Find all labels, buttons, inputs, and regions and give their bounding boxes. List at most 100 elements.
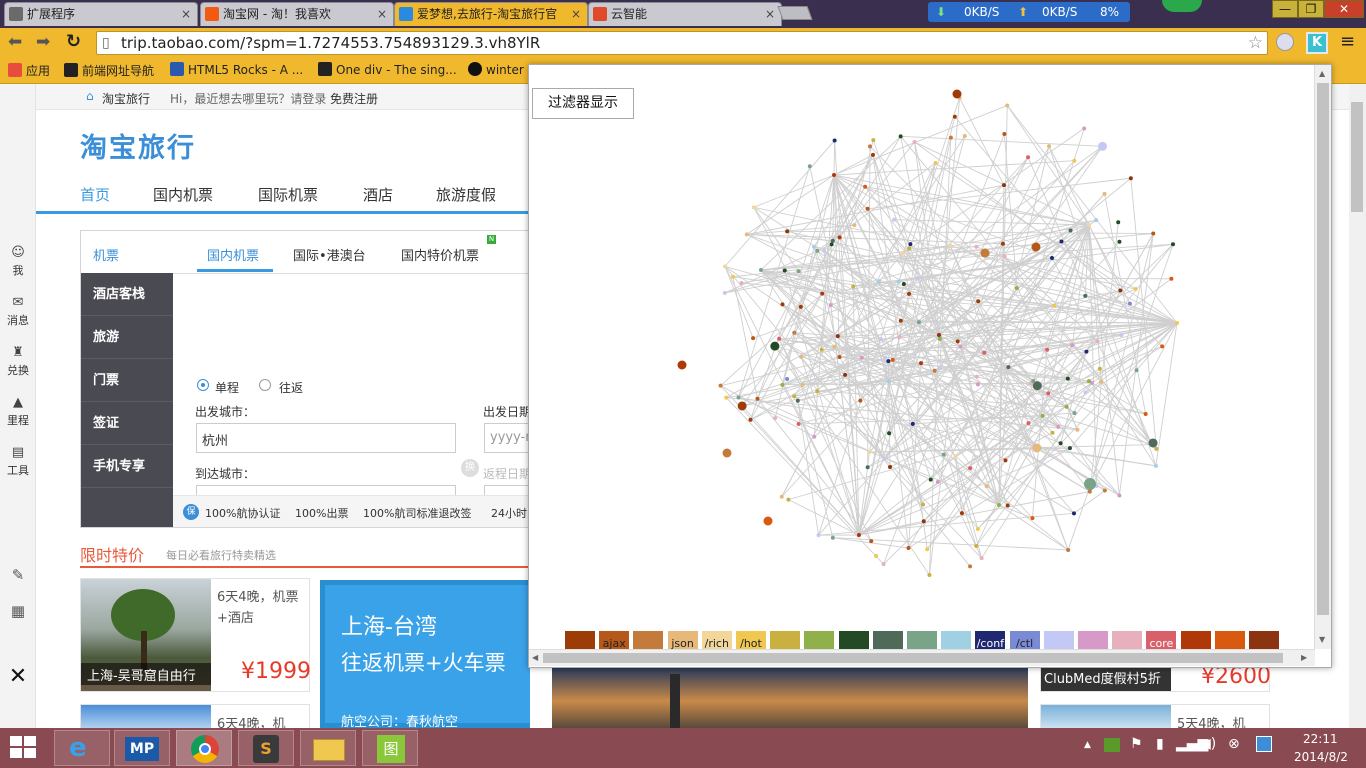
show-hidden-icons[interactable]: ▲ xyxy=(1084,740,1091,750)
legend-swatch[interactable] xyxy=(633,631,664,649)
qrcode-icon[interactable]: ▦ xyxy=(0,602,36,620)
legend-swatch[interactable] xyxy=(1180,631,1211,649)
home-link[interactable]: 淘宝旅行 xyxy=(102,90,150,107)
legend-swatch[interactable] xyxy=(1214,631,1245,649)
sidebar-item-exchange[interactable]: ♜ 兑换 xyxy=(0,346,36,378)
legend-swatch[interactable] xyxy=(872,631,903,649)
sidebar-item-mileage[interactable]: ▲ 里程 xyxy=(0,396,36,428)
deal-card[interactable]: 上海-吴哥窟自由行 6天4晚，机票+酒店 ¥1999 xyxy=(80,578,311,692)
legend-swatch[interactable]: ajax xyxy=(599,631,630,649)
maximize-button[interactable]: ❐ xyxy=(1298,0,1324,18)
minimize-button[interactable]: — xyxy=(1272,0,1298,18)
scroll-right-icon[interactable]: ▶ xyxy=(1301,653,1307,662)
legend-swatch[interactable] xyxy=(770,631,801,649)
nav-hotel[interactable]: 酒店 xyxy=(363,184,393,205)
nvidia-icon[interactable] xyxy=(1104,738,1120,752)
legend-swatch[interactable] xyxy=(941,631,972,649)
action-center-icon[interactable] xyxy=(1256,736,1272,752)
legend-swatch[interactable]: json xyxy=(667,631,698,649)
flight-header[interactable]: 机票 xyxy=(93,245,119,264)
battery-icon[interactable]: ▮ xyxy=(1156,736,1164,752)
popup-vertical-scrollbar[interactable]: ▲ ▼ xyxy=(1314,65,1331,649)
bookmark-html5rocks[interactable]: HTML5 Rocks - A ... xyxy=(170,62,303,77)
site-logo[interactable]: 淘宝旅行 xyxy=(80,126,196,165)
category-tour[interactable]: 旅游 xyxy=(81,316,173,359)
legend-swatch[interactable]: core xyxy=(1146,631,1177,649)
legend-swatch[interactable] xyxy=(1112,631,1143,649)
swap-button[interactable]: 换 xyxy=(461,459,479,477)
flag-icon[interactable]: ⚑ xyxy=(1130,736,1143,752)
close-icon[interactable]: × xyxy=(765,3,775,25)
tab-special[interactable]: 国内特价机票 xyxy=(401,245,479,264)
back-icon[interactable]: ⬅ xyxy=(8,32,22,52)
legend-swatch[interactable]: /ctl xyxy=(1009,631,1040,649)
scroll-left-icon[interactable]: ◀ xyxy=(532,653,538,662)
sidebar-item-tools[interactable]: ▤ 工具 xyxy=(0,446,36,478)
menu-icon[interactable]: ≡ xyxy=(1340,31,1355,52)
close-sidebar-icon[interactable]: ✕ xyxy=(0,664,36,689)
popup-horizontal-scrollbar[interactable]: ◀ ▶ xyxy=(529,649,1315,666)
close-circle-icon[interactable]: ⊗ xyxy=(1228,736,1240,752)
legend-swatch[interactable] xyxy=(907,631,937,649)
category-hotel[interactable]: 酒店客栈 xyxy=(81,273,173,316)
close-icon[interactable]: × xyxy=(181,3,191,25)
category-tickets[interactable]: 门票 xyxy=(81,359,173,402)
forward-icon[interactable]: ➡ xyxy=(36,32,50,52)
deal-card[interactable]: 5天4晚，机 xyxy=(1040,704,1270,728)
legend-swatch[interactable] xyxy=(1249,631,1279,649)
taskbar-chrome[interactable] xyxy=(176,730,232,766)
greeting-text[interactable]: Hi，最近想去哪里玩？请登录 xyxy=(170,90,326,107)
taskbar-explorer[interactable] xyxy=(300,730,356,766)
nav-vacation[interactable]: 旅游度假 xyxy=(436,184,496,205)
tab-taobao[interactable]: 淘宝网 - 淘！我喜欢 × xyxy=(200,2,394,26)
globe-icon[interactable] xyxy=(1276,33,1294,51)
bookmark-winter[interactable]: winter xyxy=(468,62,524,77)
popup-hscroll-thumb[interactable] xyxy=(543,653,1283,663)
nav-domestic-flights[interactable]: 国内机票 xyxy=(153,184,213,205)
legend-swatch[interactable] xyxy=(1078,631,1108,649)
page-scrollbar[interactable] xyxy=(1349,84,1366,728)
legend-swatch[interactable]: /hot xyxy=(736,631,766,649)
popup-vscroll-thumb[interactable] xyxy=(1317,83,1329,615)
from-city-input[interactable]: 杭州 xyxy=(196,423,456,453)
legend-swatch[interactable]: /rich xyxy=(701,631,732,649)
bookmark-nav[interactable]: 前端网址导航 xyxy=(64,62,154,79)
taskbar-image-viewer[interactable]: 图 xyxy=(362,730,418,766)
address-bar[interactable]: ▯ trip.taobao.com/?spm=1.7274553.7548931… xyxy=(96,31,1268,55)
clock-date[interactable]: 2014/8/2 xyxy=(1294,750,1348,764)
close-window-button[interactable]: ✕ xyxy=(1324,0,1364,18)
clock-time[interactable]: 22:11 xyxy=(1303,732,1338,746)
volume-icon[interactable]: ◀) xyxy=(1200,736,1216,752)
legend-swatch[interactable] xyxy=(838,631,869,649)
taskbar-mp[interactable]: MP xyxy=(114,730,170,766)
radio-return[interactable] xyxy=(259,379,271,391)
nav-intl-flights[interactable]: 国际机票 xyxy=(258,184,318,205)
legend-swatch[interactable] xyxy=(565,631,595,649)
bookmark-onediv[interactable]: One div - The sing... xyxy=(318,62,457,77)
deal-card[interactable]: 6天4晚，机 xyxy=(80,704,310,728)
close-icon[interactable]: × xyxy=(377,3,387,25)
dependency-graph[interactable] xyxy=(529,65,1315,625)
start-button[interactable] xyxy=(10,736,38,760)
bookmark-apps[interactable]: 应用 xyxy=(8,62,50,79)
nav-home[interactable]: 首页 xyxy=(80,184,110,205)
star-icon[interactable]: ☆ xyxy=(1248,32,1263,54)
radio-oneway[interactable] xyxy=(197,379,209,391)
tab-domestic[interactable]: 国内机票 xyxy=(207,245,259,264)
page-scroll-thumb[interactable] xyxy=(1351,102,1363,212)
tab-extensions[interactable]: 扩展程序 × xyxy=(4,2,198,26)
extension-k-icon[interactable]: K xyxy=(1306,32,1328,54)
scroll-down-icon[interactable]: ▼ xyxy=(1319,635,1325,644)
taskbar-sublime[interactable]: S xyxy=(238,730,294,766)
tab-trip[interactable]: 爱梦想,去旅行-淘宝旅行官 × xyxy=(394,2,588,26)
close-icon[interactable]: × xyxy=(571,3,581,25)
sidebar-item-me[interactable]: ☺ 我 xyxy=(0,246,36,278)
reload-icon[interactable]: ↻ xyxy=(66,31,81,52)
promo-banner[interactable]: 上海-台湾 往返机票+火车票 航空公司：春秋航空 xyxy=(320,580,530,728)
new-tab-button[interactable] xyxy=(777,6,813,20)
scroll-up-icon[interactable]: ▲ xyxy=(1319,69,1325,78)
legend-swatch[interactable] xyxy=(804,631,835,649)
edit-icon[interactable]: ✎ xyxy=(0,566,36,584)
taskbar-ie[interactable]: e xyxy=(54,730,110,766)
register-link[interactable]: 免费注册 xyxy=(330,90,378,107)
